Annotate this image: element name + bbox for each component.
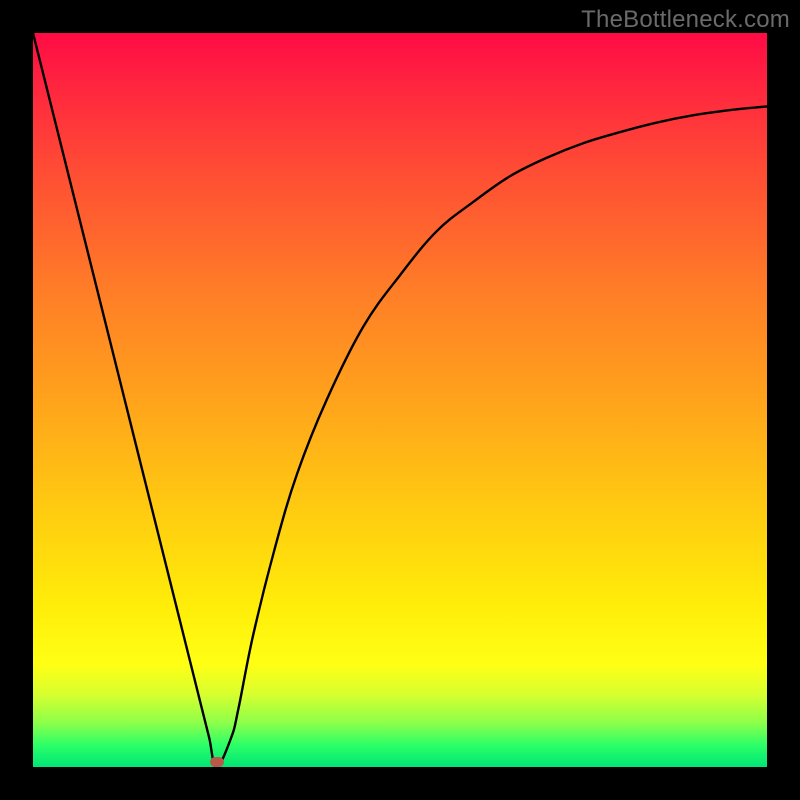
optimal-marker [210, 757, 224, 767]
bottleneck-curve [33, 33, 767, 767]
curve-layer [33, 33, 767, 767]
watermark: TheBottleneck.com [581, 6, 790, 34]
chart-frame: TheBottleneck.com [0, 0, 800, 800]
